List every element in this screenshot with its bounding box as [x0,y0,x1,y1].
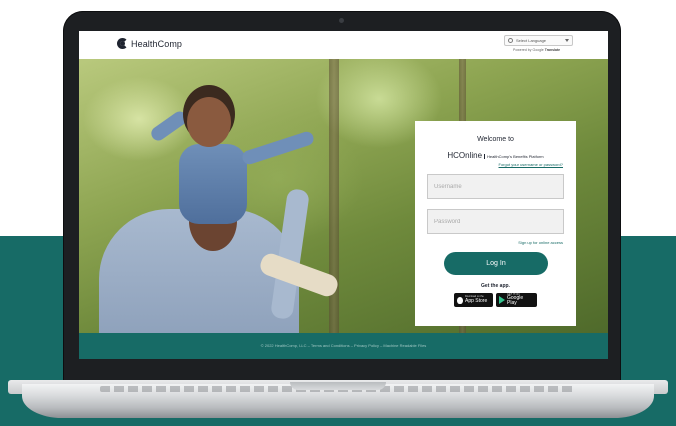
photo-child-arm [148,108,190,144]
language-selector: Select Language Powered by Google Transl… [504,35,573,55]
photo-child-head [187,97,231,147]
logo-text: HealthComp [131,38,183,49]
welcome-heading: Welcome to [477,136,514,143]
password-input[interactable] [427,209,564,234]
logo[interactable]: HealthComp [117,38,182,49]
language-select-label: Select Language [516,38,547,43]
app-store-badge-text: Download on the App Store [465,296,487,304]
app-store-badge[interactable]: Download on the App Store [454,293,493,307]
powered-translate-label: Translate [544,48,561,52]
footer-links[interactable]: © 2022 HealthComp, LLC – Terms and Condi… [79,343,608,348]
camera-icon [339,18,344,23]
apple-icon [457,296,463,304]
powered-by-google-translate: Powered by Google Translate [513,48,560,52]
signup-link[interactable]: Sign up for online access [518,240,563,245]
brand-name: HCOnline [447,151,483,160]
laptop-hinge-notch [290,382,386,390]
site-header: HealthComp Select Language Powered by Go… [79,31,608,59]
language-select[interactable]: Select Language [504,35,573,46]
chevron-down-icon [565,39,569,42]
login-button[interactable]: Log In [444,252,548,275]
marketing-stage: HealthComp Select Language Powered by Go… [0,0,676,426]
laptop-screen: HealthComp Select Language Powered by Go… [79,31,608,359]
healthcomp-logo-icon [117,38,128,49]
powered-by-label: Powered by [513,48,532,52]
forgot-credentials-link[interactable]: Forgot your username or password? [499,162,563,167]
google-play-badge-text: GET IT ON Google Play [507,293,534,307]
login-card: Welcome to HCOnline HealthComp's Benefits… [415,121,576,326]
globe-icon [508,38,513,43]
powered-google-label: Google [532,48,544,52]
app-store-big-text: App Store [465,297,488,304]
username-input[interactable] [427,174,564,199]
photo-child-body [179,144,247,224]
brand-line: HCOnline HealthComp's Benefits Platform [415,145,576,163]
get-app-heading: Get the app. [481,283,510,289]
site-footer: © 2022 HealthComp, LLC – Terms and Condi… [79,333,608,359]
google-play-big-text: Google Play [507,295,524,307]
google-play-badge[interactable]: GET IT ON Google Play [496,293,537,307]
brand-subtitle: HealthComp's Benefits Platform [484,154,544,159]
google-play-icon [499,296,505,304]
hero-photo: Welcome to HCOnline HealthComp's Benefits… [79,59,608,333]
photo-child-arm [240,129,316,167]
